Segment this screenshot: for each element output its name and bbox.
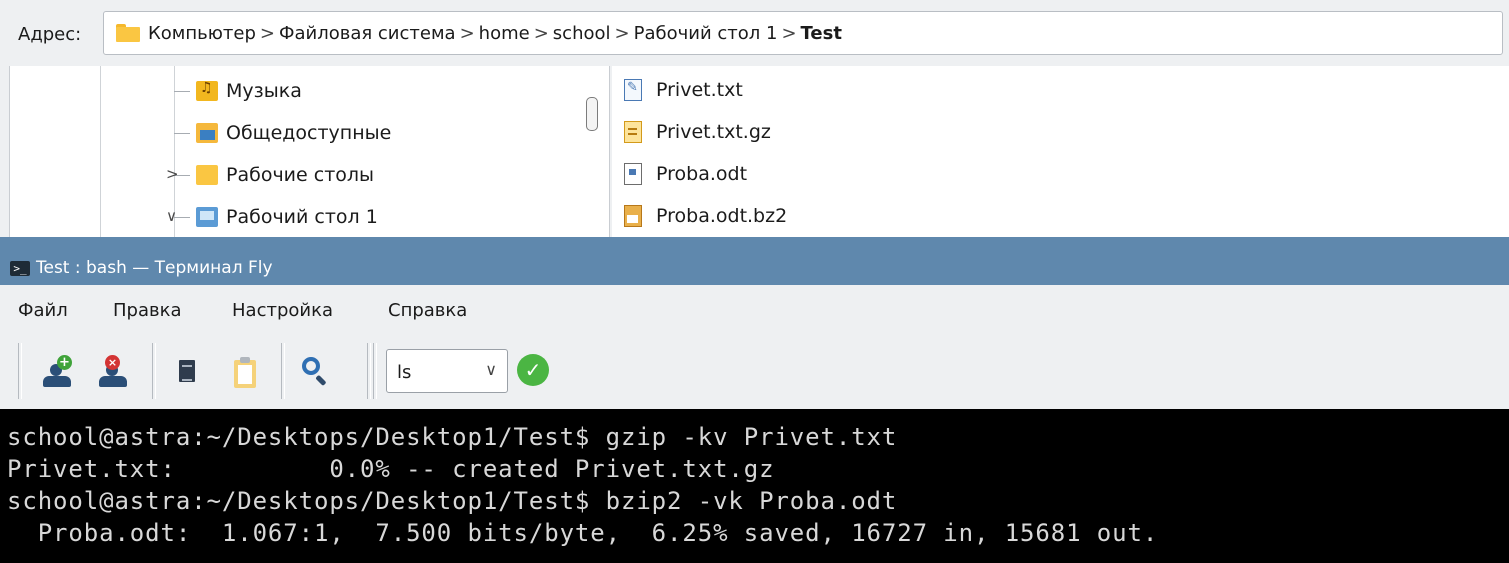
tree-item-desktop1[interactable]: ∨ Рабочий стол 1 xyxy=(166,196,378,238)
folder-icon xyxy=(196,165,218,185)
search-button[interactable] xyxy=(298,354,332,388)
odt-document-icon xyxy=(624,163,642,185)
breadcrumb-school[interactable]: school xyxy=(553,23,611,44)
breadcrumb-desktop1[interactable]: Рабочий стол 1 xyxy=(634,23,778,44)
file-name: Proba.odt xyxy=(656,163,748,185)
menu-settings[interactable]: Настройка xyxy=(232,300,333,321)
breadcrumb-separator: > xyxy=(459,22,475,44)
terminal-line: school@astra:~/Desktops/Desktop1/Test$ g… xyxy=(7,423,898,451)
tree-branch-line xyxy=(174,90,190,92)
toolbar-separator xyxy=(18,343,22,399)
toolbar-separator xyxy=(373,343,377,399)
tree-item-label: Рабочие столы xyxy=(226,164,375,186)
tree-item-music[interactable]: Музыка xyxy=(174,70,302,112)
terminal-output[interactable]: school@astra:~/Desktops/Desktop1/Test$ g… xyxy=(0,409,1509,563)
address-bar-row: Адрес: Компьютер > Файловая система > ho… xyxy=(0,0,1509,66)
breadcrumb-home[interactable]: home xyxy=(479,23,530,44)
tree-branch-line xyxy=(174,132,190,134)
copy-icon xyxy=(179,360,195,382)
checkmark-icon: ✓ xyxy=(524,358,542,382)
menu-file[interactable]: Файл xyxy=(18,300,68,321)
breadcrumb-filesystem[interactable]: Файловая система xyxy=(279,23,456,44)
copy-button[interactable] xyxy=(170,354,204,388)
menu-bar xyxy=(0,285,1509,335)
tree-item-label: Общедоступные xyxy=(226,122,392,144)
command-select-value: ls xyxy=(397,362,412,383)
file-item[interactable]: Proba.odt.bz2 xyxy=(624,195,787,237)
tree-item-public[interactable]: Общедоступные xyxy=(174,112,391,154)
close-session-button[interactable]: × xyxy=(96,354,130,388)
collapse-arrow-icon[interactable]: ∨ xyxy=(166,207,177,225)
address-label: Адрес: xyxy=(18,24,82,45)
public-folder-icon xyxy=(196,123,218,143)
toolbar-separator xyxy=(367,343,371,399)
file-manager-window: Адрес: Компьютер > Файловая система > ho… xyxy=(0,0,1509,237)
breadcrumb-separator: > xyxy=(259,22,275,44)
tree-guide-line xyxy=(100,66,101,237)
text-file-icon xyxy=(624,79,642,101)
clipboard-clip xyxy=(240,357,250,363)
file-name: Privet.txt.gz xyxy=(656,121,771,143)
breadcrumb-computer[interactable]: Компьютер xyxy=(148,23,256,44)
terminal-toolbar xyxy=(0,335,1509,409)
bzip2-archive-icon xyxy=(624,205,642,227)
file-item[interactable]: Privet.txt xyxy=(624,69,743,111)
folder-tree[interactable]: Музыка Общедоступные > Рабочие столы ∨ Р… xyxy=(9,66,610,237)
breadcrumb-separator: > xyxy=(614,22,630,44)
breadcrumb-test[interactable]: Test xyxy=(801,23,842,44)
terminal-line: Privet.txt: 0.0% -- created Privet.txt.g… xyxy=(7,455,775,483)
music-folder-icon xyxy=(196,80,218,101)
file-list[interactable]: Privet.txt Privet.txt.gz Proba.odt Proba… xyxy=(612,66,1509,237)
user-body-icon xyxy=(43,376,71,387)
menu-edit[interactable]: Правка xyxy=(113,300,182,321)
file-name: Proba.odt.bz2 xyxy=(656,205,788,227)
chevron-down-icon: ∨ xyxy=(485,360,497,379)
file-name: Privet.txt xyxy=(656,79,743,101)
search-icon xyxy=(302,357,320,375)
expand-arrow-icon[interactable]: > xyxy=(166,165,179,183)
file-item[interactable]: Privet.txt.gz xyxy=(624,111,771,153)
breadcrumb-separator: > xyxy=(533,22,549,44)
terminal-line: school@astra:~/Desktops/Desktop1/Test$ b… xyxy=(7,487,898,515)
paste-button[interactable] xyxy=(228,354,262,388)
tree-scrollbar[interactable] xyxy=(586,97,598,131)
user-body-icon xyxy=(99,376,127,387)
terminal-icon: >_ xyxy=(10,261,30,276)
desktop-folder-icon xyxy=(196,207,218,227)
gzip-archive-icon xyxy=(624,121,642,143)
remove-icon: × xyxy=(105,355,120,370)
toolbar-separator xyxy=(281,343,285,399)
clipboard-paper xyxy=(238,365,252,384)
toolbar-separator xyxy=(152,343,156,399)
folder-icon xyxy=(116,24,140,42)
run-command-button[interactable]: ✓ xyxy=(517,354,549,386)
new-session-button[interactable]: + xyxy=(40,354,74,388)
plus-icon: + xyxy=(57,355,72,370)
tree-item-label: Рабочий стол 1 xyxy=(226,206,378,228)
file-item[interactable]: Proba.odt xyxy=(624,153,747,195)
breadcrumb-separator: > xyxy=(781,22,797,44)
command-select[interactable]: ls ∨ xyxy=(386,349,508,393)
address-field[interactable]: Компьютер > Файловая система > home > sc… xyxy=(103,11,1503,55)
search-icon-handle xyxy=(315,374,327,387)
tree-item-label: Музыка xyxy=(226,80,302,102)
terminal-line: Proba.odt: 1.067:1, 7.500 bits/byte, 6.2… xyxy=(7,519,1159,547)
menu-help[interactable]: Справка xyxy=(388,300,467,321)
window-title: Test : bash — Терминал Fly xyxy=(36,258,273,278)
tree-item-desktops[interactable]: > Рабочие столы xyxy=(166,154,375,196)
